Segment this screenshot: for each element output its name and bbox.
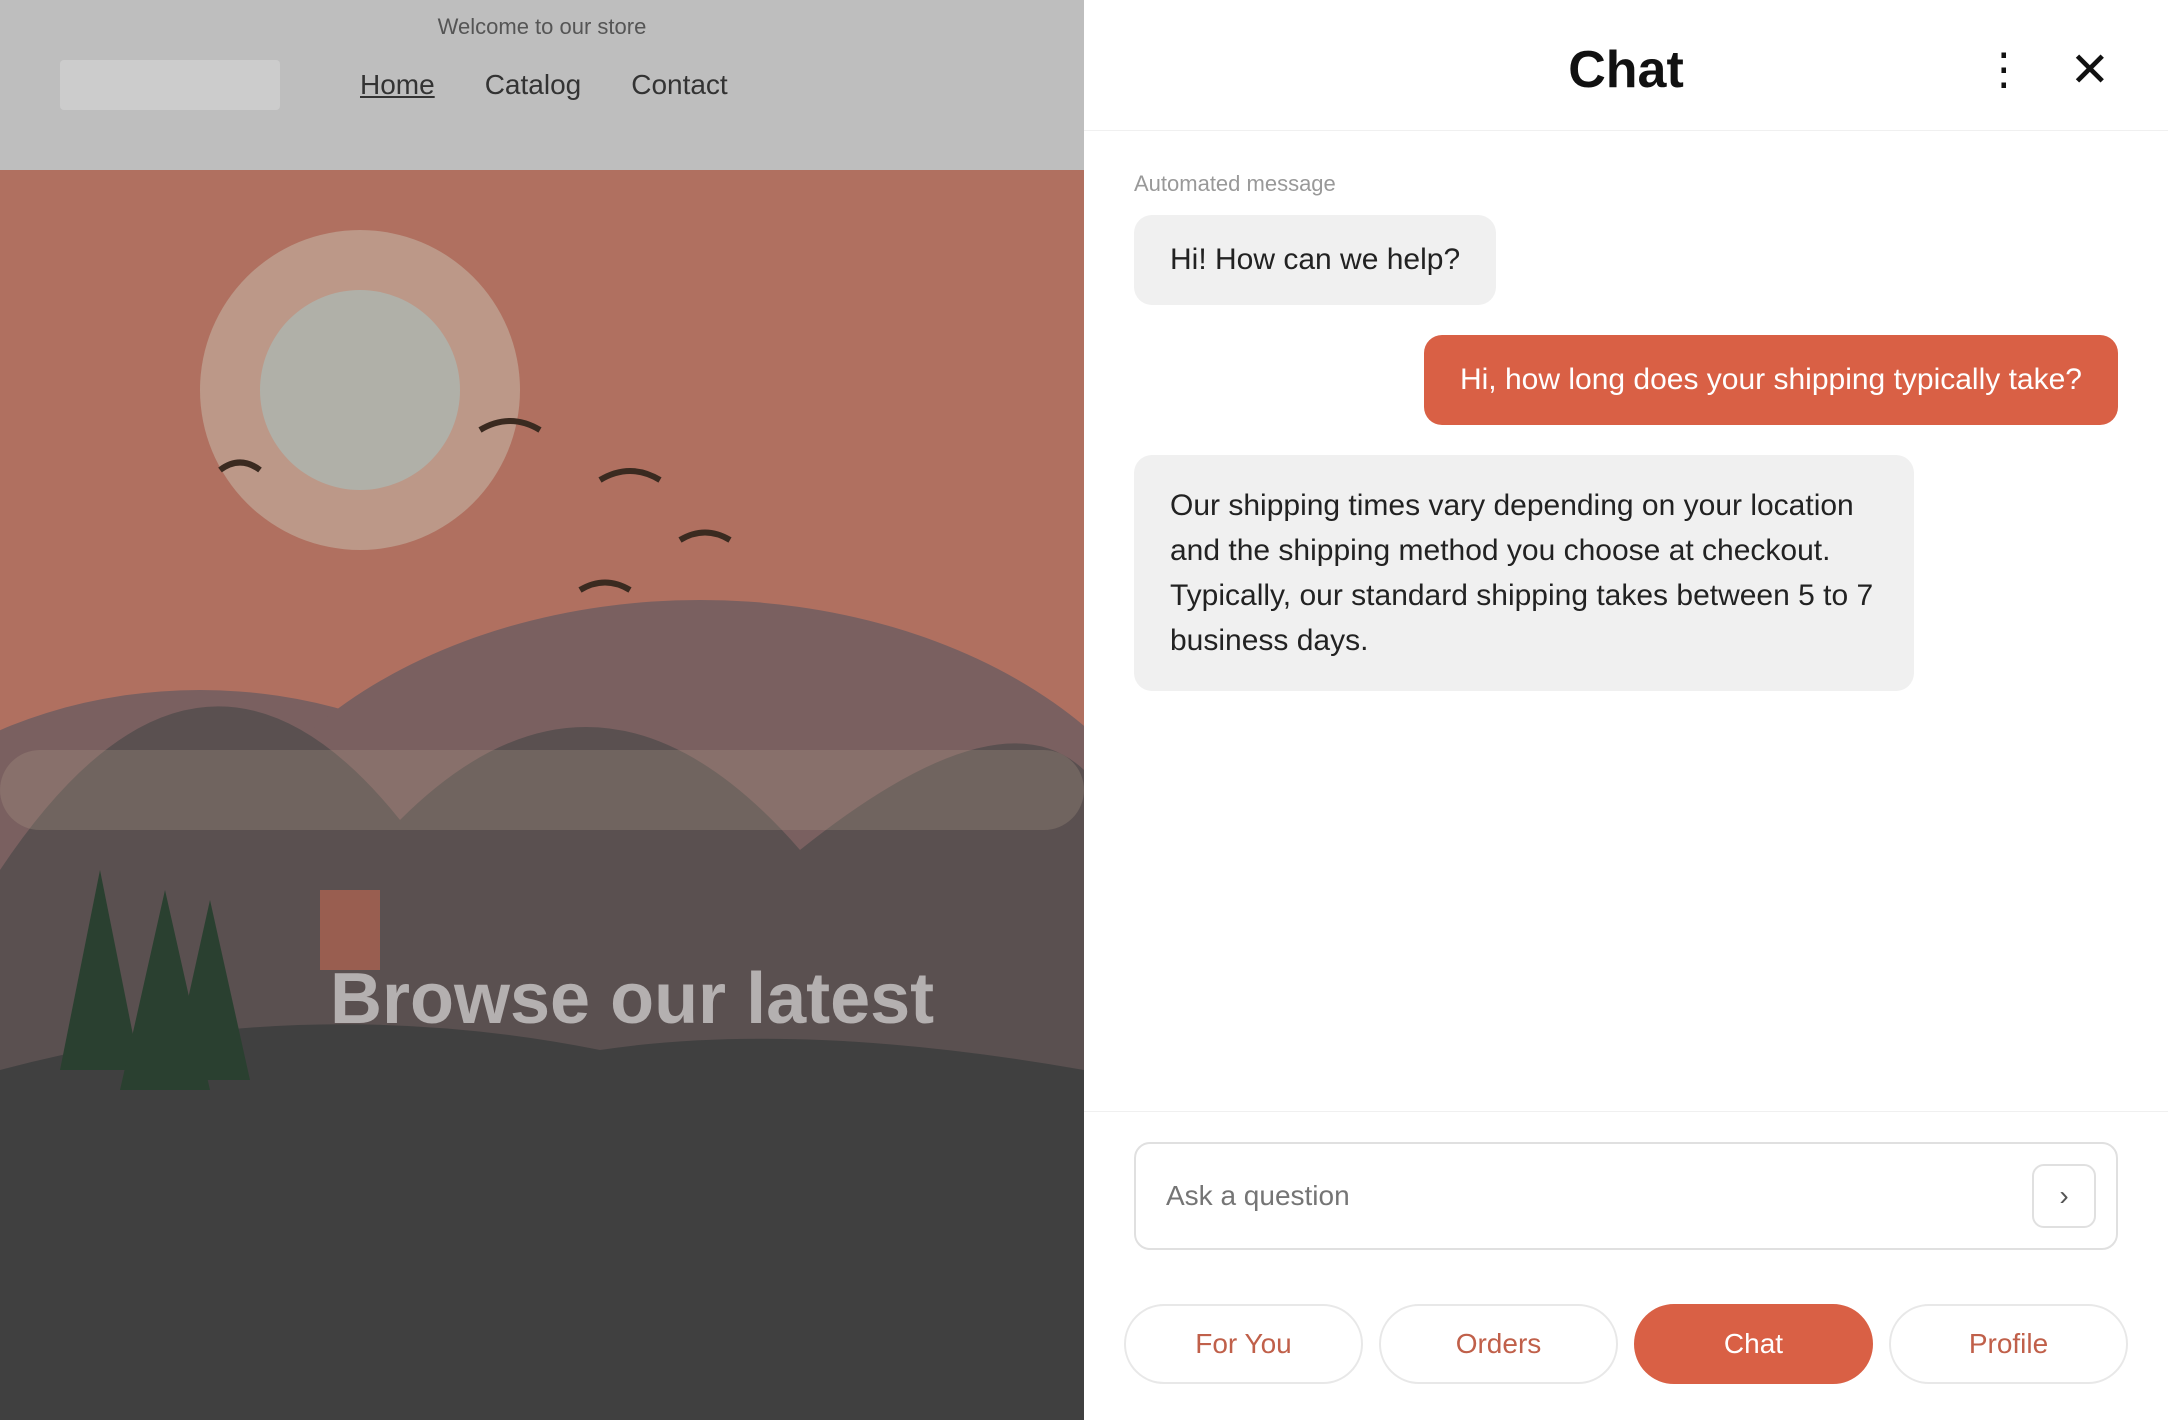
tab-bar: For You Orders Chat Profile: [1084, 1280, 2168, 1420]
close-button[interactable]: ✕: [2062, 34, 2118, 106]
tab-profile[interactable]: Profile: [1889, 1304, 2128, 1384]
chat-panel: Chat ⋮ ✕ Automated message Hi! How can w…: [1084, 0, 2168, 1420]
chat-messages-area: Automated message Hi! How can we help? H…: [1084, 131, 2168, 1111]
chat-input-area: ›: [1084, 1111, 2168, 1280]
store-announcement: Welcome to our store: [0, 0, 1084, 54]
hero-heading: Browse our latest: [330, 958, 934, 1040]
user-message-bubble: Hi, how long does your shipping typicall…: [1424, 335, 2118, 425]
chat-header: Chat ⋮ ✕: [1084, 0, 2168, 131]
hero-rect-decoration: [320, 890, 380, 970]
store-website: Welcome to our store Home Catalog Contac…: [0, 0, 1084, 1420]
more-icon: ⋮: [1982, 48, 2024, 92]
chat-header-actions: ⋮ ✕: [1974, 34, 2118, 106]
nav-catalog[interactable]: Catalog: [485, 69, 582, 101]
automated-message-group: Automated message Hi! How can we help?: [1134, 171, 2118, 305]
input-wrapper: ›: [1134, 1142, 2118, 1250]
hero-image: Browse our latest: [0, 170, 1084, 1420]
nav-home[interactable]: Home: [360, 69, 435, 101]
store-nav: Home Catalog Contact: [360, 69, 728, 101]
bot-reply-bubble: Our shipping times vary depending on you…: [1134, 455, 1914, 691]
nav-contact[interactable]: Contact: [631, 69, 728, 101]
chat-input[interactable]: [1166, 1180, 2016, 1212]
store-logo: [60, 60, 280, 110]
close-icon: ✕: [2070, 42, 2110, 98]
tab-orders[interactable]: Orders: [1379, 1304, 1618, 1384]
automated-label: Automated message: [1134, 171, 2118, 197]
send-arrow-icon: ›: [2059, 1180, 2068, 1212]
send-button[interactable]: ›: [2032, 1164, 2096, 1228]
chat-title: Chat: [1568, 40, 1684, 100]
tab-for-you[interactable]: For You: [1124, 1304, 1363, 1384]
tab-chat[interactable]: Chat: [1634, 1304, 1873, 1384]
automated-bubble: Hi! How can we help?: [1134, 215, 1496, 305]
more-options-button[interactable]: ⋮: [1974, 40, 2032, 100]
